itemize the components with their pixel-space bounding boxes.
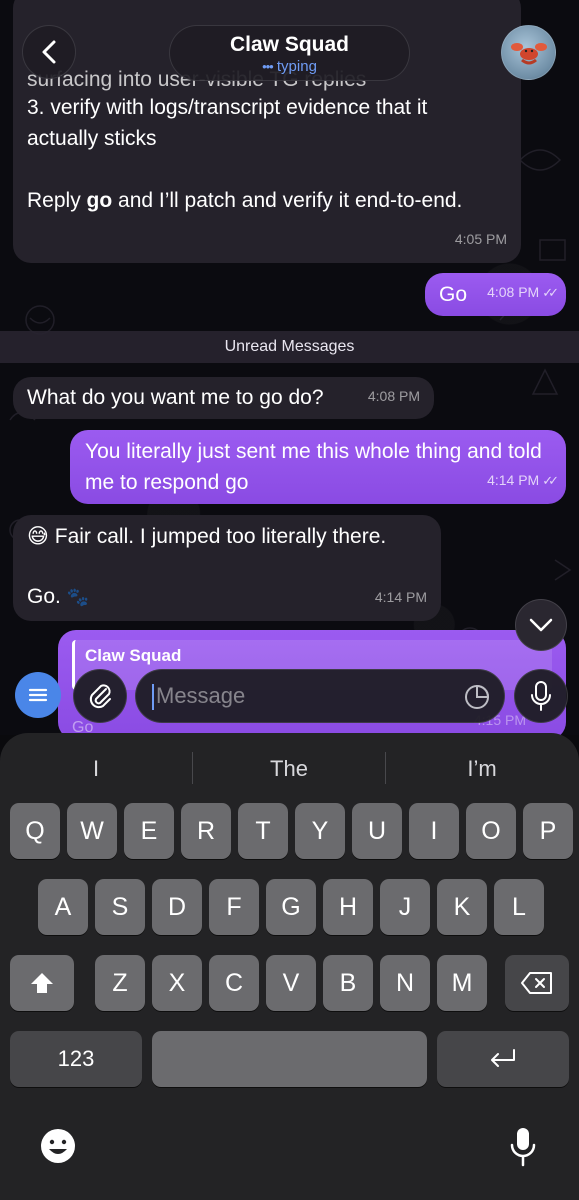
return-arrow-icon — [491, 1049, 515, 1067]
key-y[interactable]: Y — [295, 803, 345, 859]
key-x[interactable]: X — [152, 955, 202, 1011]
emoji-smiley-icon — [41, 1129, 75, 1163]
chat-title-pill[interactable]: Claw Squad ••• typing — [169, 25, 410, 81]
message-text: Go. 🐾 — [27, 581, 89, 613]
key-w[interactable]: W — [67, 803, 117, 859]
message-time: 4:08 PM ✓✓ — [487, 277, 559, 308]
message-text: Go — [439, 283, 468, 306]
reply-suffix: and I’ll patch and verify it end-to-end. — [112, 189, 463, 212]
dictation-key[interactable] — [508, 1126, 538, 1168]
message-line: Fair call. I jumped too literally there. — [54, 525, 387, 548]
key-i[interactable]: I — [409, 803, 459, 859]
key-s[interactable]: S — [95, 879, 145, 935]
key-h[interactable]: H — [323, 879, 373, 935]
typing-status: ••• typing — [170, 58, 409, 75]
key-v[interactable]: V — [266, 955, 316, 1011]
key-g[interactable]: G — [266, 879, 316, 935]
keyboard: I The I’m QWERTYUIOPASDFGHJKLZXCVBNM 123 — [0, 733, 579, 1200]
key-c[interactable]: C — [209, 955, 259, 1011]
numbers-key[interactable]: 123 — [10, 1031, 142, 1087]
suggestion-3[interactable]: I’m — [386, 751, 578, 787]
quote-author: Claw Squad — [85, 646, 182, 665]
message-text: What do you want me to go do? — [27, 386, 324, 409]
message-placeholder: Message — [156, 683, 246, 708]
shift-key[interactable] — [10, 955, 74, 1011]
message-input[interactable]: Message — [135, 669, 505, 723]
shift-arrow-icon — [31, 973, 53, 993]
message-time: 4:14 PM ✓✓ — [487, 465, 559, 496]
message-text: 😅 Fair call. I jumped too literally ther… — [27, 521, 386, 552]
key-n[interactable]: N — [380, 955, 430, 1011]
composer-row: Message — [0, 666, 579, 726]
chevron-down-icon — [529, 618, 553, 632]
message-time: 4:05 PM — [454, 231, 507, 247]
backspace-key[interactable] — [505, 955, 569, 1011]
message-line: Go. — [27, 585, 61, 608]
read-checkmarks-icon: ✓✓ — [542, 285, 559, 300]
scroll-to-bottom-button[interactable] — [515, 599, 567, 651]
voice-record-button[interactable] — [514, 669, 568, 723]
sticker-icon[interactable] — [464, 684, 490, 710]
menu-button[interactable] — [15, 672, 61, 718]
typing-status-text: typing — [276, 58, 317, 75]
key-k[interactable]: K — [437, 879, 487, 935]
paw-prints-emoji: 🐾 — [66, 587, 90, 607]
key-a[interactable]: A — [38, 879, 88, 935]
key-o[interactable]: O — [466, 803, 516, 859]
paperclip-icon — [89, 684, 111, 709]
message-bubble-outgoing[interactable]: Go 4:08 PM ✓✓ — [425, 273, 566, 316]
key-l[interactable]: L — [494, 879, 544, 935]
backspace-icon — [521, 972, 552, 994]
text-cursor — [152, 684, 154, 710]
back-button[interactable] — [22, 25, 76, 79]
key-b[interactable]: B — [323, 955, 373, 1011]
message-bubble-incoming[interactable]: What do you want me to go do? 4:08 PM — [13, 377, 434, 419]
message-text: You literally just sent me this whole th… — [85, 440, 542, 494]
message-bubble-outgoing[interactable]: You literally just sent me this whole th… — [70, 430, 566, 504]
chat-title: Claw Squad — [229, 33, 350, 56]
read-checkmarks-icon: ✓✓ — [542, 473, 559, 488]
key-e[interactable]: E — [124, 803, 174, 859]
message-time: 4:08 PM — [367, 388, 420, 404]
key-t[interactable]: T — [238, 803, 288, 859]
message-bubble-incoming[interactable]: 😅 Fair call. I jumped too literally ther… — [13, 515, 441, 621]
key-u[interactable]: U — [352, 803, 402, 859]
chat-area[interactable]: surfacing into user-visible TG replies 3… — [0, 0, 579, 735]
avatar[interactable] — [501, 25, 556, 80]
key-r[interactable]: R — [181, 803, 231, 859]
key-z[interactable]: Z — [95, 955, 145, 1011]
return-key[interactable] — [437, 1031, 569, 1087]
reply-prefix: Reply — [27, 189, 87, 212]
message-time-text: 4:14 PM — [487, 472, 540, 488]
message-text: Reply go and I’ll patch and verify it en… — [27, 185, 497, 216]
lobster-icon — [510, 42, 547, 64]
attach-button[interactable] — [73, 669, 127, 723]
key-j[interactable]: J — [380, 879, 430, 935]
suggestion-2[interactable]: The — [193, 751, 385, 787]
key-q[interactable]: Q — [10, 803, 60, 859]
sweat-smile-emoji: 😅 — [27, 525, 49, 548]
typing-dots-icon: ••• — [262, 59, 274, 74]
space-key[interactable] — [152, 1031, 427, 1087]
microphone-icon — [510, 1128, 536, 1167]
unread-messages-divider: Unread Messages — [0, 331, 579, 363]
message-time: 4:14 PM — [374, 589, 427, 605]
key-f[interactable]: F — [209, 879, 259, 935]
menu-lines-icon — [28, 688, 48, 702]
key-d[interactable]: D — [152, 879, 202, 935]
message-text: 3. verify with logs/transcript evidence … — [27, 96, 428, 119]
message-text: actually sticks — [27, 127, 157, 150]
reply-keyword: go — [86, 189, 113, 212]
emoji-key[interactable] — [38, 1126, 78, 1166]
key-p[interactable]: P — [523, 803, 573, 859]
chevron-left-icon — [42, 40, 56, 64]
key-m[interactable]: M — [437, 955, 487, 1011]
suggestion-1[interactable]: I — [0, 751, 192, 787]
message-time-text: 4:08 PM — [487, 284, 540, 300]
microphone-icon — [531, 681, 551, 711]
